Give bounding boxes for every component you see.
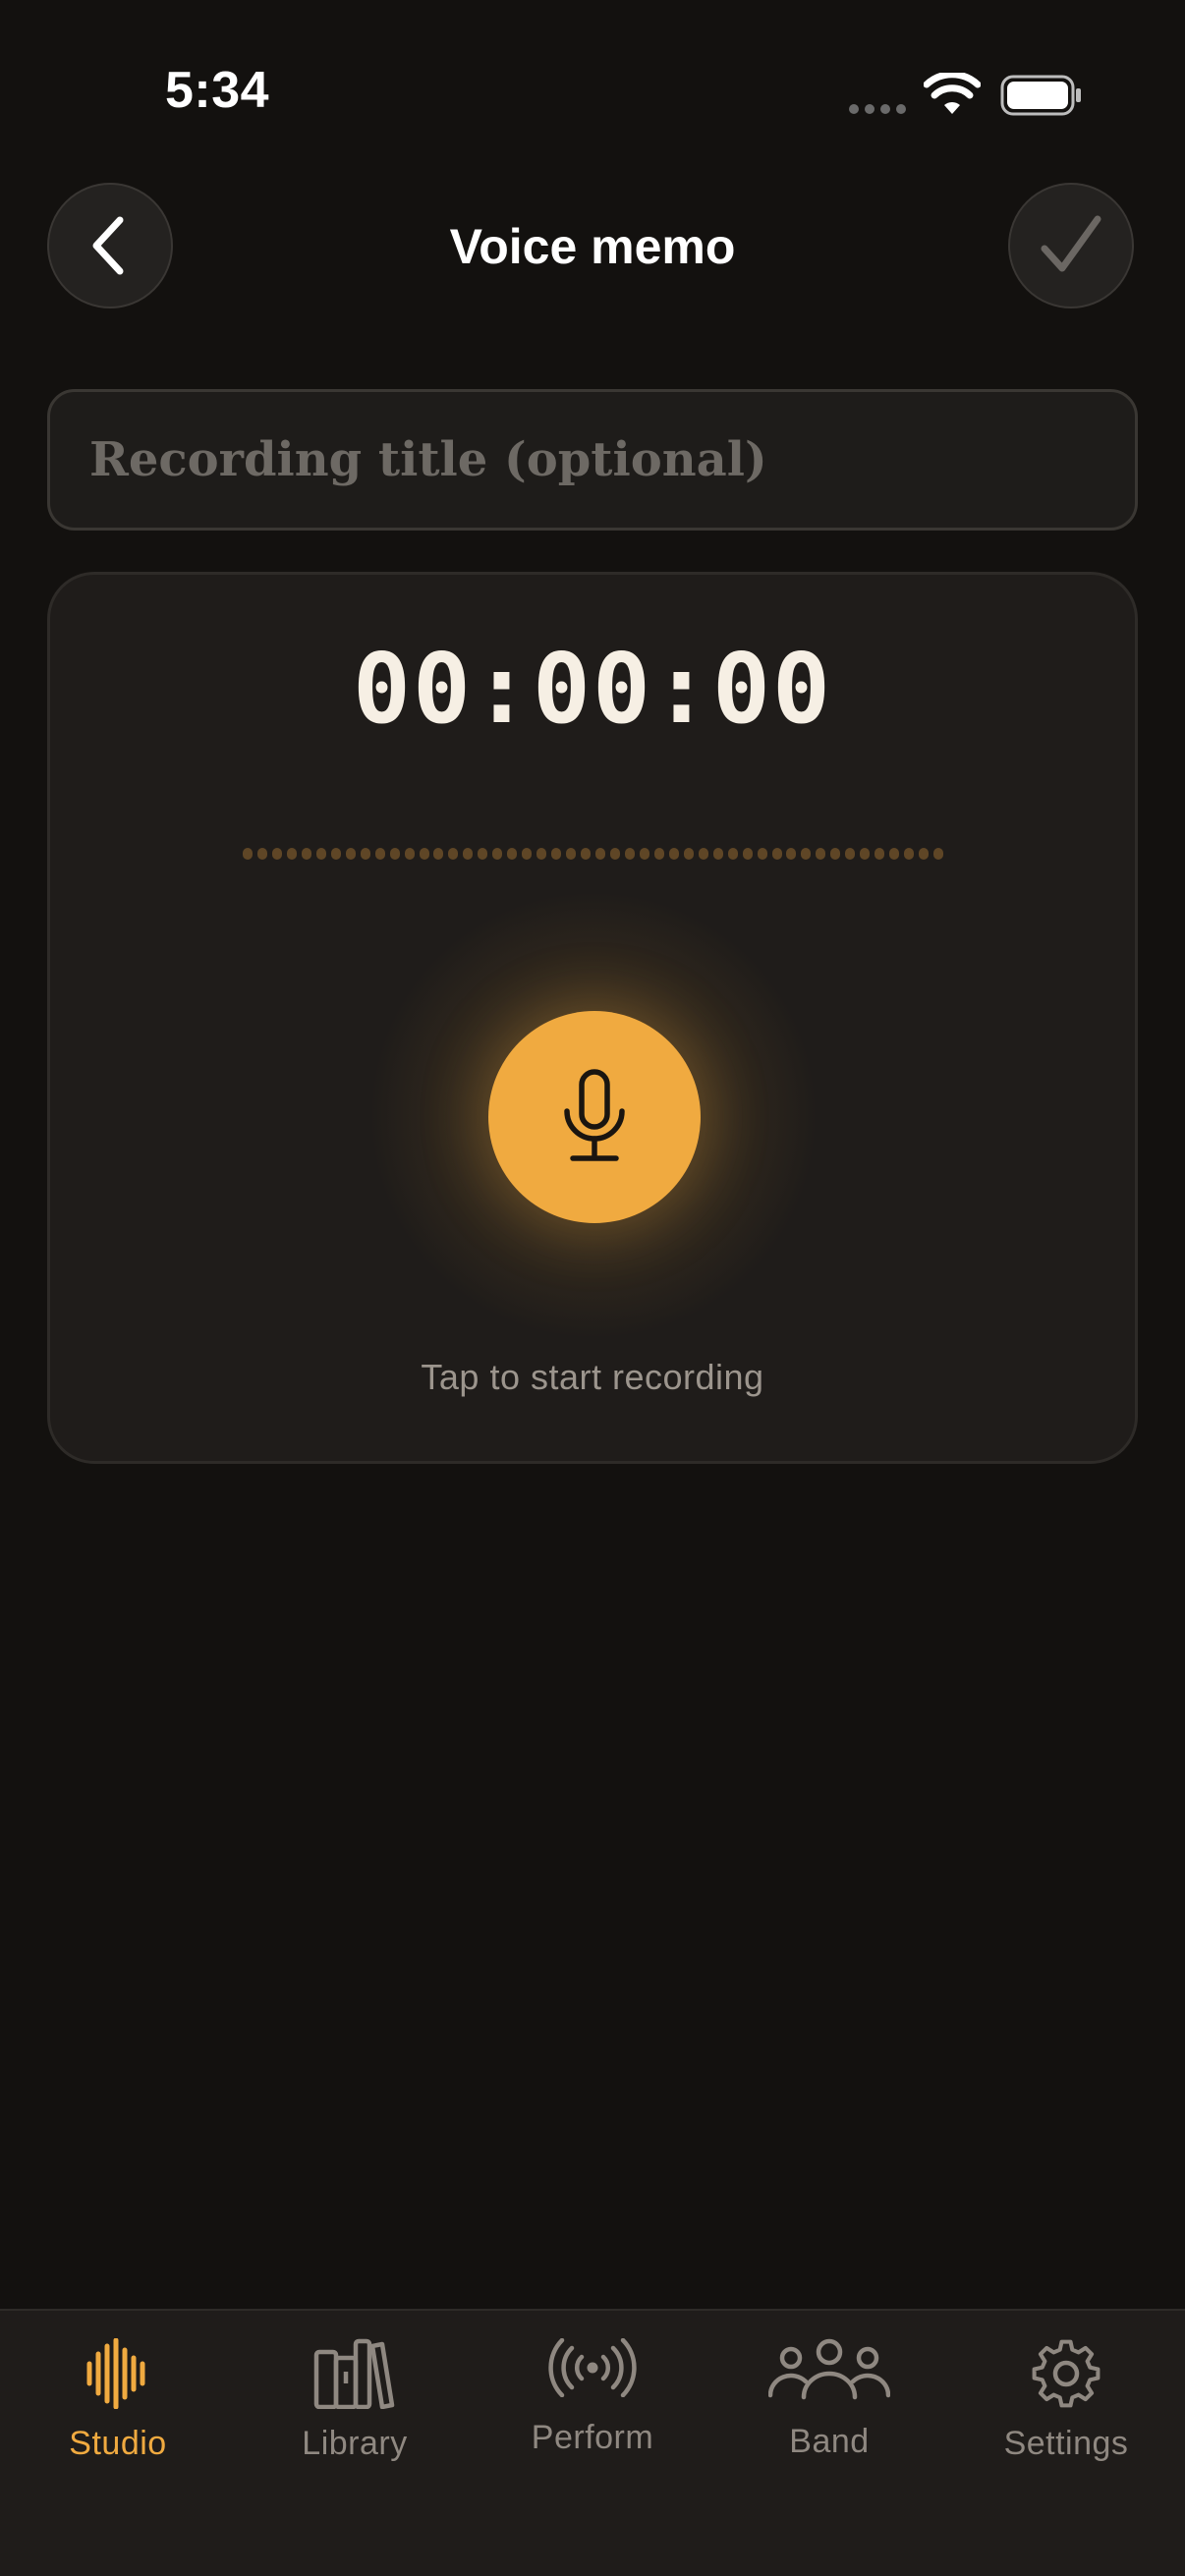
tab-settings[interactable]: Settings — [948, 2311, 1184, 2507]
level-meter-dot — [566, 848, 577, 860]
level-meter-dot — [860, 848, 871, 860]
level-meter-dot — [624, 848, 635, 860]
level-meter-dot — [771, 848, 782, 860]
tab-label: Studio — [69, 2425, 167, 2462]
record-hint: Tap to start recording — [421, 1357, 764, 1397]
wifi-icon — [924, 73, 981, 114]
level-meter-dot — [536, 848, 547, 860]
level-meter-dot — [448, 848, 459, 860]
level-meter-dot — [933, 848, 944, 860]
voice-memo-screen: 5:34 Voice memo 00:00:00 — [0, 0, 1185, 2576]
gear-icon — [1032, 2339, 1100, 2408]
level-meter-dot — [478, 848, 488, 860]
audio-level-meter — [243, 848, 948, 862]
level-meter-dot — [360, 848, 370, 860]
tab-label: Library — [302, 2425, 408, 2462]
level-meter-dot — [463, 848, 474, 860]
broadcast-icon — [548, 2338, 637, 2397]
status-time: 5:34 — [165, 62, 270, 119]
recorder-card: 00:00:00 Tap to start recording — [47, 572, 1138, 1464]
level-meter-dot — [507, 848, 518, 860]
level-meter-dot — [345, 848, 356, 860]
tab-library[interactable]: Library — [237, 2311, 473, 2507]
tab-label: Perform — [531, 2419, 654, 2456]
level-meter-dot — [653, 848, 664, 860]
tab-label: Band — [789, 2423, 870, 2460]
level-meter-dot — [433, 848, 444, 860]
level-meter-dot — [609, 848, 620, 860]
level-meter-dot — [830, 848, 841, 860]
recording-title-field — [47, 389, 1138, 531]
level-meter-dot — [845, 848, 856, 860]
tab-studio[interactable]: Studio — [0, 2311, 236, 2507]
level-meter-dot — [256, 848, 267, 860]
level-meter-dot — [727, 848, 738, 860]
level-meter-dot — [315, 848, 326, 860]
level-meter-dot — [330, 848, 341, 860]
level-meter-dot — [801, 848, 812, 860]
level-meter-dot — [875, 848, 885, 860]
level-meter-dot — [389, 848, 400, 860]
level-meter-dot — [551, 848, 562, 860]
level-meter-dot — [301, 848, 311, 860]
level-meter-dot — [698, 848, 708, 860]
level-meter-dot — [419, 848, 429, 860]
battery-icon — [1000, 75, 1081, 116]
level-meter-dot — [712, 848, 723, 860]
level-meter-dot — [271, 848, 282, 860]
level-meter-dot — [919, 848, 930, 860]
level-meter-dot — [374, 848, 385, 860]
level-meter-dot — [742, 848, 753, 860]
people-icon — [768, 2338, 890, 2400]
tab-perform[interactable]: Perform — [475, 2311, 710, 2507]
microphone-icon — [564, 1069, 625, 1161]
level-meter-dot — [522, 848, 533, 860]
level-meter-dot — [286, 848, 297, 860]
level-meter-dot — [889, 848, 900, 860]
checkmark-icon — [1041, 215, 1101, 272]
confirm-button[interactable] — [1008, 183, 1134, 308]
books-icon — [313, 2338, 395, 2409]
level-meter-dot — [757, 848, 767, 860]
record-button[interactable] — [488, 1011, 701, 1223]
tab-bar: Studio Library Perform Band Settings — [0, 2309, 1185, 2576]
level-meter-dot — [904, 848, 915, 860]
level-meter-dot — [816, 848, 826, 860]
level-meter-dot — [243, 848, 253, 860]
level-meter-dot — [639, 848, 649, 860]
recording-title-input[interactable] — [50, 392, 1135, 528]
level-meter-dot — [581, 848, 592, 860]
level-meter-dot — [492, 848, 503, 860]
level-meter-dot — [683, 848, 694, 860]
recording-timer: 00:00:00 — [352, 634, 832, 746]
cellular-signal-icon — [849, 104, 908, 114]
level-meter-dot — [595, 848, 605, 860]
level-meter-dot — [404, 848, 415, 860]
tab-label: Settings — [1003, 2425, 1129, 2462]
waveform-icon — [86, 2338, 145, 2409]
level-meter-dot — [668, 848, 679, 860]
level-meter-dot — [786, 848, 797, 860]
tab-band[interactable]: Band — [711, 2311, 947, 2507]
